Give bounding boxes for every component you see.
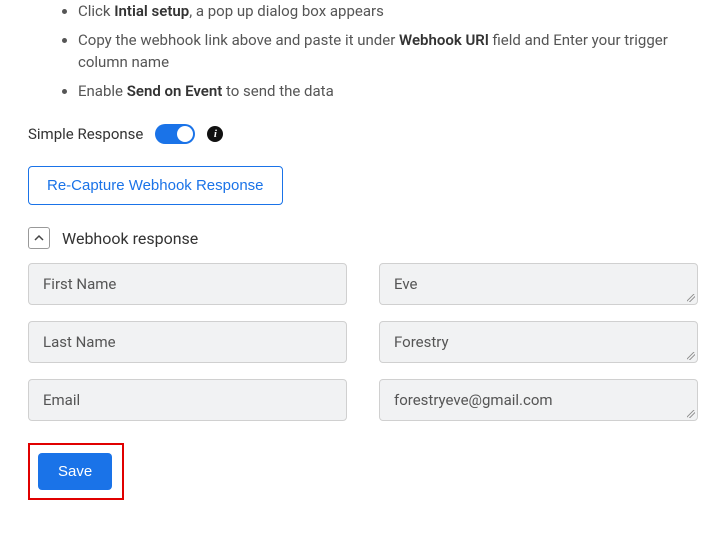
instruction-item: Copy the webhook link above and paste it… bbox=[78, 29, 698, 74]
instruction-item: Enable Send on Event to send the data bbox=[78, 80, 698, 103]
field-label-first-name[interactable]: First Name bbox=[28, 263, 347, 305]
simple-response-toggle[interactable] bbox=[155, 124, 195, 144]
field-value-email[interactable]: forestryeve@gmail.com bbox=[379, 379, 698, 421]
collapse-toggle[interactable] bbox=[28, 227, 50, 249]
chevron-up-icon bbox=[34, 233, 44, 243]
instructions-list: Click Intial setup, a pop up dialog box … bbox=[78, 0, 698, 102]
field-value-last-name[interactable]: Forestry bbox=[379, 321, 698, 363]
section-title: Webhook response bbox=[62, 229, 198, 248]
field-label-last-name[interactable]: Last Name bbox=[28, 321, 347, 363]
instruction-item: Click Intial setup, a pop up dialog box … bbox=[78, 0, 698, 23]
save-button[interactable]: Save bbox=[38, 453, 112, 490]
webhook-response-header: Webhook response bbox=[28, 227, 698, 249]
webhook-fields-grid: First Name Eve Last Name Forestry Email … bbox=[28, 263, 698, 421]
simple-response-label: Simple Response bbox=[28, 125, 143, 143]
simple-response-row: Simple Response i bbox=[28, 124, 698, 144]
info-icon[interactable]: i bbox=[207, 126, 223, 142]
recapture-webhook-button[interactable]: Re-Capture Webhook Response bbox=[28, 166, 283, 205]
save-highlight-box: Save bbox=[28, 443, 124, 500]
toggle-knob bbox=[177, 126, 193, 142]
field-label-email[interactable]: Email bbox=[28, 379, 347, 421]
field-value-first-name[interactable]: Eve bbox=[379, 263, 698, 305]
